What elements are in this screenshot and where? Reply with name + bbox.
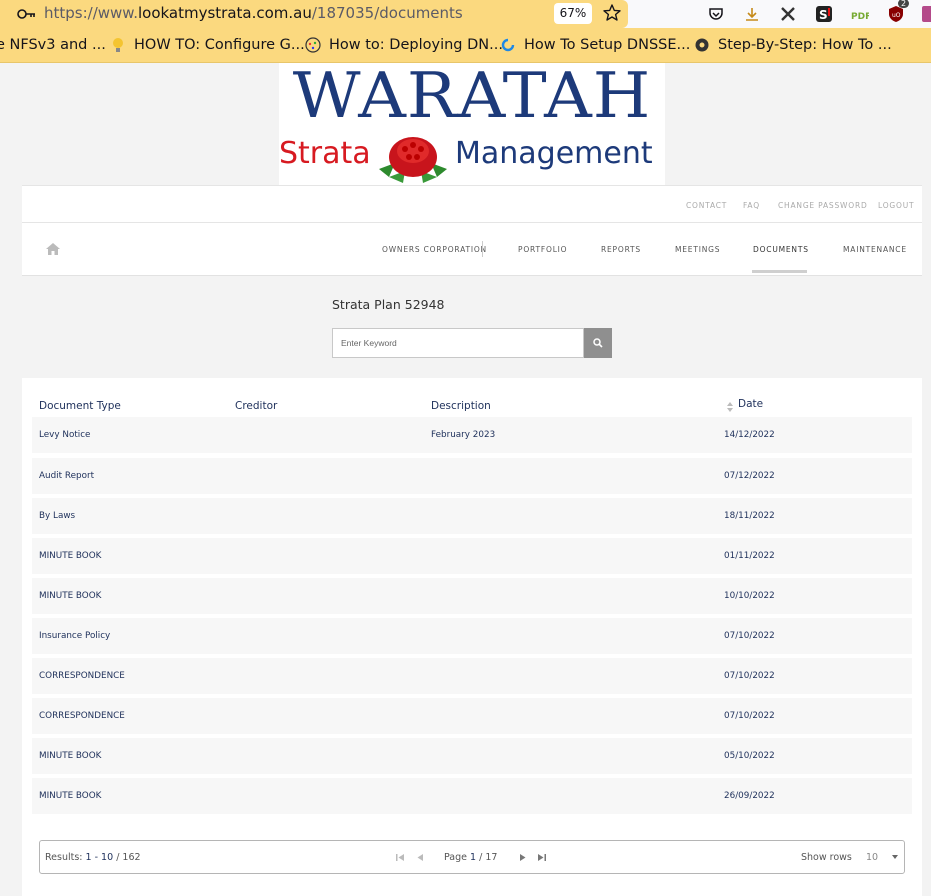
- x-extension-icon[interactable]: [778, 4, 798, 24]
- faq-link[interactable]: FAQ: [743, 201, 760, 210]
- logo-strata-text: Strata: [279, 136, 371, 171]
- pdf-extension-icon[interactable]: PDF: [850, 4, 870, 24]
- cell-document-type[interactable]: MINUTE BOOK: [39, 751, 101, 761]
- home-icon[interactable]: [46, 243, 60, 255]
- chevron-down-icon[interactable]: [892, 855, 898, 859]
- lightbulb-icon: [113, 38, 123, 52]
- globe-icon: [305, 37, 321, 53]
- nav-documents[interactable]: DOCUMENTS: [753, 245, 809, 254]
- cell-document-type[interactable]: CORRESPONDENCE: [39, 671, 125, 681]
- last-page-icon[interactable]: [537, 853, 546, 862]
- column-header-date[interactable]: Date: [738, 398, 763, 410]
- waratah-flower-icon: [379, 137, 447, 183]
- bookmark-item-dnssec[interactable]: How To Setup DNSSE...: [500, 37, 690, 53]
- utility-nav: CONTACT FAQ CHANGE PASSWORD LOGOUT: [22, 185, 922, 223]
- bookmark-item-nfsv3[interactable]: e NFSv3 and ...: [0, 37, 106, 53]
- search-button[interactable]: [584, 328, 612, 358]
- bookmarks-toolbar: e NFSv3 and ... HOW TO: Configure G... H…: [0, 28, 931, 63]
- page-content: WARATAH Strata Management CONTACT FAQ CH…: [0, 59, 931, 896]
- cell-document-type[interactable]: Audit Report: [39, 471, 94, 481]
- sort-icon[interactable]: [727, 402, 733, 412]
- cell-document-type[interactable]: MINUTE BOOK: [39, 791, 101, 801]
- svg-text:uO: uO: [892, 12, 901, 19]
- table-row[interactable]: Insurance Policy 07/10/2022: [32, 618, 912, 654]
- table-row[interactable]: MINUTE BOOK 26/09/2022: [32, 778, 912, 814]
- cell-document-type[interactable]: MINUTE BOOK: [39, 591, 101, 601]
- search-input[interactable]: [332, 328, 584, 358]
- nav-separator: [482, 241, 483, 257]
- show-rows-label: Show rows: [801, 852, 852, 863]
- documents-table: Document Type Creditor Description Date …: [22, 378, 922, 896]
- cell-date: 18/11/2022: [724, 511, 775, 521]
- cell-description: February 2023: [431, 430, 496, 440]
- first-page-icon[interactable]: [396, 853, 405, 862]
- logo-management-text: Management: [455, 136, 653, 171]
- logout-link[interactable]: LOGOUT: [878, 201, 914, 210]
- waratah-logo[interactable]: WARATAH Strata Management: [279, 59, 665, 185]
- cell-document-type[interactable]: MINUTE BOOK: [39, 551, 101, 561]
- previous-page-icon[interactable]: [416, 853, 425, 862]
- page-title: Strata Plan 52948: [332, 297, 445, 312]
- s-extension-icon[interactable]: S: [814, 4, 834, 24]
- bookmark-star-icon[interactable]: [602, 3, 622, 23]
- table-row[interactable]: By Laws 18/11/2022: [32, 498, 912, 534]
- contact-link[interactable]: CONTACT: [686, 201, 727, 210]
- cell-document-type[interactable]: By Laws: [39, 511, 75, 521]
- nav-reports[interactable]: REPORTS: [601, 245, 641, 254]
- bookmark-item-configure[interactable]: HOW TO: Configure G...: [110, 37, 305, 53]
- nav-portfolio[interactable]: PORTFOLIO: [518, 245, 567, 254]
- cell-document-type[interactable]: CORRESPONDENCE: [39, 711, 125, 721]
- bookmark-item-deploying[interactable]: How to: Deploying DN...: [305, 37, 503, 53]
- browser-toolbar: https://www.lookatmystrata.com.au/187035…: [0, 0, 931, 28]
- cell-date: 14/12/2022: [724, 430, 775, 440]
- extension-badge: 2: [898, 0, 910, 8]
- page-indicator: Page 1 / 17: [444, 852, 498, 863]
- table-row[interactable]: CORRESPONDENCE 07/10/2022: [32, 698, 912, 734]
- nav-active-indicator: [752, 270, 807, 273]
- column-header-document-type[interactable]: Document Type: [39, 400, 121, 412]
- bookmark-item-step-by-step[interactable]: Step-By-Step: How To ...: [694, 37, 892, 53]
- search-bar: [332, 328, 612, 358]
- zoom-level-badge[interactable]: 67%: [554, 3, 592, 24]
- table-row[interactable]: MINUTE BOOK 01/11/2022: [32, 538, 912, 574]
- column-header-description[interactable]: Description: [431, 400, 491, 412]
- pocket-icon[interactable]: [706, 4, 726, 24]
- svg-text:S: S: [819, 8, 828, 22]
- next-page-icon[interactable]: [518, 853, 527, 862]
- extension-icon-partial[interactable]: [922, 4, 931, 24]
- results-count: Results: 1 - 10 / 162: [45, 852, 141, 863]
- search-icon: [593, 338, 603, 348]
- nav-meetings[interactable]: MEETINGS: [675, 245, 720, 254]
- cell-date: 26/09/2022: [724, 791, 775, 801]
- cell-date: 05/10/2022: [724, 751, 775, 761]
- table-row[interactable]: Audit Report 07/12/2022: [32, 458, 912, 494]
- download-icon[interactable]: [742, 4, 762, 24]
- cell-date: 07/10/2022: [724, 671, 775, 681]
- pagination-bar: Results: 1 - 10 / 162 Page 1 / 17 Show r…: [39, 840, 905, 874]
- nav-owners-corporation[interactable]: OWNERS CORPORATION: [382, 245, 487, 254]
- table-row[interactable]: CORRESPONDENCE 07/10/2022: [32, 658, 912, 694]
- svg-text:PDF: PDF: [851, 12, 869, 22]
- table-row[interactable]: MINUTE BOOK 05/10/2022: [32, 738, 912, 774]
- refresh-icon: [501, 38, 515, 52]
- address-bar[interactable]: https://www.lookatmystrata.com.au/187035…: [0, 0, 628, 28]
- cell-date: 07/12/2022: [724, 471, 775, 481]
- cell-document-type[interactable]: Levy Notice: [39, 430, 90, 440]
- url-text[interactable]: https://www.lookatmystrata.com.au/187035…: [44, 4, 463, 22]
- key-icon: [17, 9, 35, 19]
- main-nav: OWNERS CORPORATION PORTFOLIO REPORTS MEE…: [22, 223, 922, 276]
- cell-date: 07/10/2022: [724, 631, 775, 641]
- table-row[interactable]: Levy Notice February 2023 14/12/2022: [32, 417, 912, 453]
- logo-title: WARATAH: [292, 58, 652, 133]
- cell-document-type[interactable]: Insurance Policy: [39, 631, 110, 641]
- gear-icon: [695, 38, 709, 52]
- table-row[interactable]: MINUTE BOOK 10/10/2022: [32, 578, 912, 614]
- cell-date: 01/11/2022: [724, 551, 775, 561]
- cell-date: 07/10/2022: [724, 711, 775, 721]
- ublock-icon[interactable]: uO 2: [886, 0, 910, 24]
- cell-date: 10/10/2022: [724, 591, 775, 601]
- nav-maintenance[interactable]: MAINTENANCE: [843, 245, 907, 254]
- change-password-link[interactable]: CHANGE PASSWORD: [778, 201, 868, 210]
- column-header-creditor[interactable]: Creditor: [235, 400, 277, 412]
